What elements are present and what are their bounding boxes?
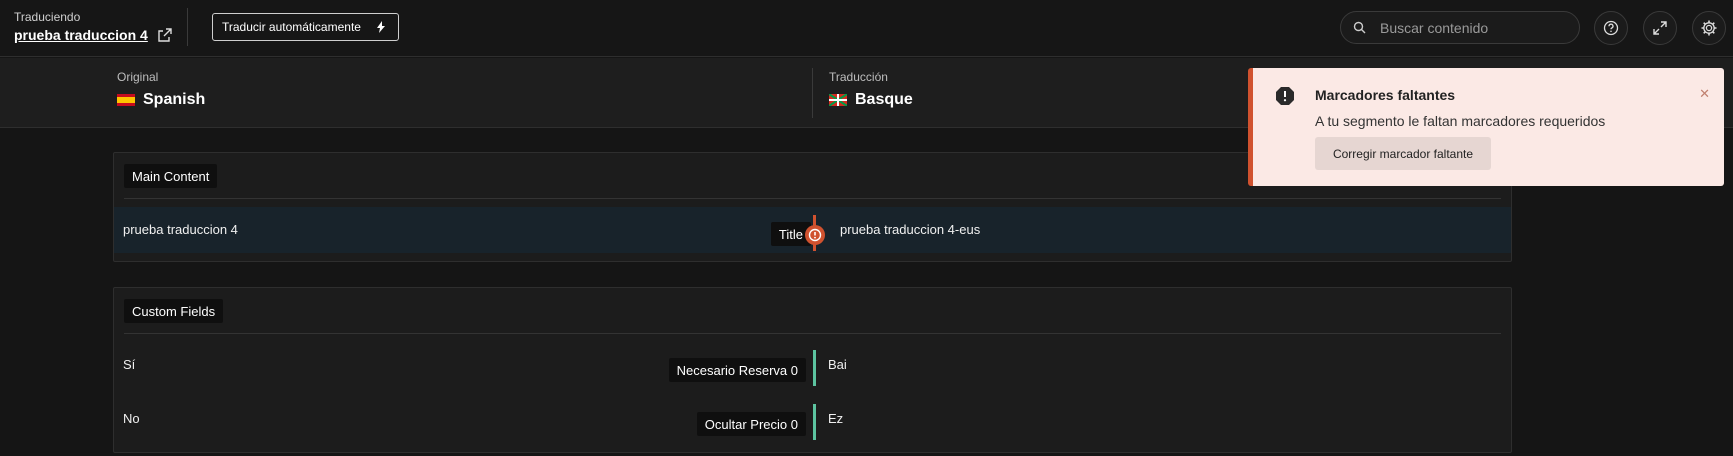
auto-translate-button[interactable]: Traducir automáticamente bbox=[212, 13, 399, 41]
error-toast: Marcadores faltantes A tu segmento le fa… bbox=[1248, 68, 1724, 186]
status-bar bbox=[813, 350, 816, 386]
auto-translate-label: Traducir automáticamente bbox=[222, 20, 361, 34]
section-title: Main Content bbox=[124, 164, 218, 188]
section-title: Custom Fields bbox=[124, 299, 224, 323]
alert-octagon-icon bbox=[1276, 87, 1294, 105]
segment-row[interactable]: Sí Necesario Reserva 0 Bai bbox=[114, 346, 1511, 392]
source-text[interactable]: Sí bbox=[123, 357, 135, 372]
close-icon[interactable]: ✕ bbox=[1699, 86, 1710, 102]
divider bbox=[124, 333, 1501, 334]
segment-row[interactable]: prueba traduccion 4 Title prueba traducc… bbox=[114, 207, 1511, 253]
original-label: Original bbox=[117, 70, 159, 84]
original-language-name: Spanish bbox=[143, 91, 206, 108]
translation-label: Traducción bbox=[829, 70, 888, 84]
external-link-icon[interactable] bbox=[158, 28, 172, 42]
fullscreen-button[interactable] bbox=[1643, 11, 1677, 45]
expand-icon bbox=[1653, 21, 1667, 35]
help-button[interactable] bbox=[1594, 11, 1628, 45]
status-bar bbox=[813, 404, 816, 440]
translation-language: Traducción Basque bbox=[829, 70, 913, 109]
settings-button[interactable] bbox=[1692, 11, 1726, 45]
search-placeholder: Buscar contenido bbox=[1380, 19, 1489, 36]
target-text[interactable]: prueba traduccion 4-eus bbox=[840, 222, 980, 237]
top-bar: Traduciendo prueba traduccion 4 Traducir… bbox=[0, 0, 1733, 57]
lightning-icon bbox=[376, 21, 385, 33]
source-text[interactable]: prueba traduccion 4 bbox=[123, 222, 238, 237]
toast-title: Marcadores faltantes bbox=[1315, 87, 1456, 103]
basque-flag-icon bbox=[829, 94, 847, 106]
gear-icon bbox=[1701, 20, 1717, 36]
target-text[interactable]: Bai bbox=[828, 357, 847, 372]
divider bbox=[124, 198, 1501, 199]
field-tag: Ocultar Precio 0 bbox=[696, 412, 806, 436]
document-title-link[interactable]: prueba traduccion 4 bbox=[14, 27, 172, 43]
warning-icon[interactable] bbox=[804, 224, 826, 246]
translating-label: Traduciendo bbox=[14, 10, 81, 24]
translation-language-name: Basque bbox=[855, 91, 913, 108]
search-input[interactable]: Buscar contenido bbox=[1340, 11, 1580, 44]
divider bbox=[812, 68, 813, 118]
divider bbox=[187, 8, 188, 46]
target-text[interactable]: Ez bbox=[828, 411, 843, 426]
custom-fields-panel: Custom Fields Sí Necesario Reserva 0 Bai… bbox=[113, 287, 1512, 453]
spain-flag-icon bbox=[117, 94, 135, 106]
help-icon bbox=[1603, 20, 1619, 36]
toast-message: A tu segmento le faltan marcadores reque… bbox=[1315, 113, 1606, 129]
search-icon bbox=[1353, 21, 1366, 34]
source-text[interactable]: No bbox=[123, 411, 140, 426]
document-title[interactable]: prueba traduccion 4 bbox=[14, 27, 148, 43]
segment-row[interactable]: No Ocultar Precio 0 Ez bbox=[114, 400, 1511, 446]
original-language: Original Spanish bbox=[117, 70, 205, 109]
fix-marker-button[interactable]: Corregir marcador faltante bbox=[1315, 137, 1491, 170]
field-tag: Necesario Reserva 0 bbox=[668, 358, 806, 382]
